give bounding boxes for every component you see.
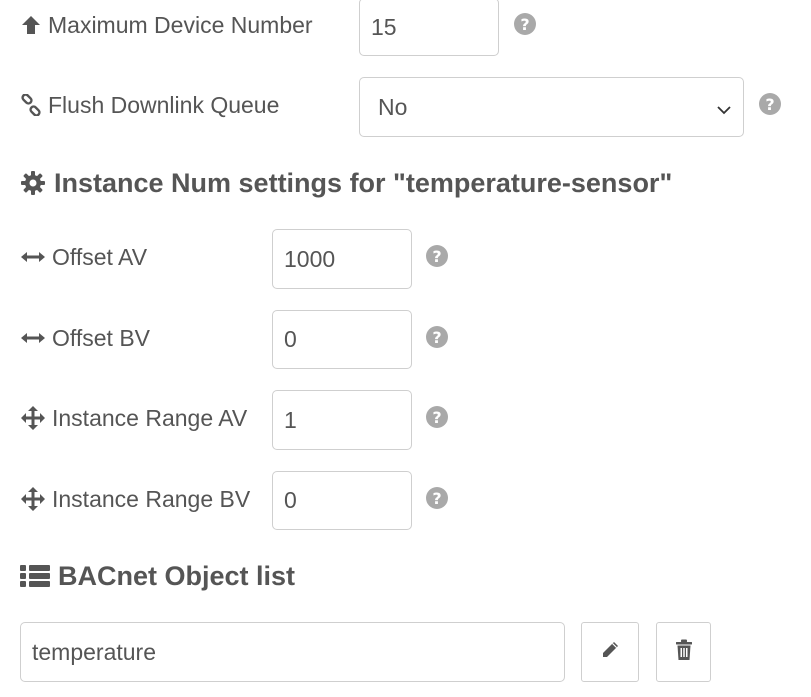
offset-bv-input[interactable] xyxy=(272,310,412,369)
help-glyph: ? xyxy=(765,94,775,114)
object-list-item-input[interactable] xyxy=(20,622,565,682)
list-icon xyxy=(20,564,50,588)
instance-range-av-input[interactable] xyxy=(272,390,412,450)
arrows-move-icon xyxy=(20,486,46,512)
max-device-number-input[interactable] xyxy=(359,0,499,56)
flush-downlink-queue-value: No xyxy=(378,93,408,120)
instance-settings-heading: Instance Num settings for "temperature-s… xyxy=(20,166,672,200)
object-list-title: BACnet Object list xyxy=(58,560,296,591)
help-glyph: ? xyxy=(432,327,442,347)
help-glyph: ? xyxy=(432,407,442,427)
offset-av-label: Offset AV xyxy=(20,242,147,272)
link-icon xyxy=(20,94,42,116)
instance-range-av-label: Instance Range AV xyxy=(20,403,247,433)
instance-range-av-label-text: Instance Range AV xyxy=(52,404,248,431)
object-list-heading: BACnet Object list xyxy=(20,559,295,593)
help-glyph: ? xyxy=(432,246,442,266)
max-device-number-label-text: Maximum Device Number xyxy=(48,11,313,38)
max-device-number-label: Maximum Device Number xyxy=(20,10,313,40)
chevron-down-icon xyxy=(717,94,731,121)
instance-settings-title: Instance Num settings for "temperature-s… xyxy=(54,167,673,198)
flush-downlink-queue-label: Flush Downlink Queue xyxy=(20,90,279,120)
gear-icon xyxy=(20,170,46,196)
offset-bv-label-text: Offset BV xyxy=(52,324,151,351)
help-glyph: ? xyxy=(432,488,442,508)
help-glyph: ? xyxy=(520,14,530,34)
arrows-move-icon xyxy=(20,405,46,431)
delete-button[interactable] xyxy=(656,622,711,682)
arrow-up-icon xyxy=(20,14,42,36)
help-icon[interactable]: ? xyxy=(426,245,448,267)
offset-av-input[interactable] xyxy=(272,229,412,289)
trash-icon xyxy=(675,639,693,666)
arrows-horizontal-icon xyxy=(20,331,46,345)
help-icon[interactable]: ? xyxy=(759,93,781,115)
flush-downlink-queue-select[interactable]: No xyxy=(359,77,744,137)
help-icon[interactable]: ? xyxy=(426,487,448,509)
instance-range-bv-label-text: Instance Range BV xyxy=(52,485,251,512)
flush-downlink-queue-label-text: Flush Downlink Queue xyxy=(48,91,280,118)
instance-range-bv-input[interactable] xyxy=(272,471,412,530)
help-icon[interactable]: ? xyxy=(426,406,448,428)
pencil-icon xyxy=(600,640,620,665)
edit-button[interactable] xyxy=(581,622,639,682)
help-icon[interactable]: ? xyxy=(426,326,448,348)
offset-av-label-text: Offset AV xyxy=(52,243,148,270)
help-icon[interactable]: ? xyxy=(514,13,536,35)
arrows-horizontal-icon xyxy=(20,250,46,264)
offset-bv-label: Offset BV xyxy=(20,323,150,353)
instance-range-bv-label: Instance Range BV xyxy=(20,484,250,514)
